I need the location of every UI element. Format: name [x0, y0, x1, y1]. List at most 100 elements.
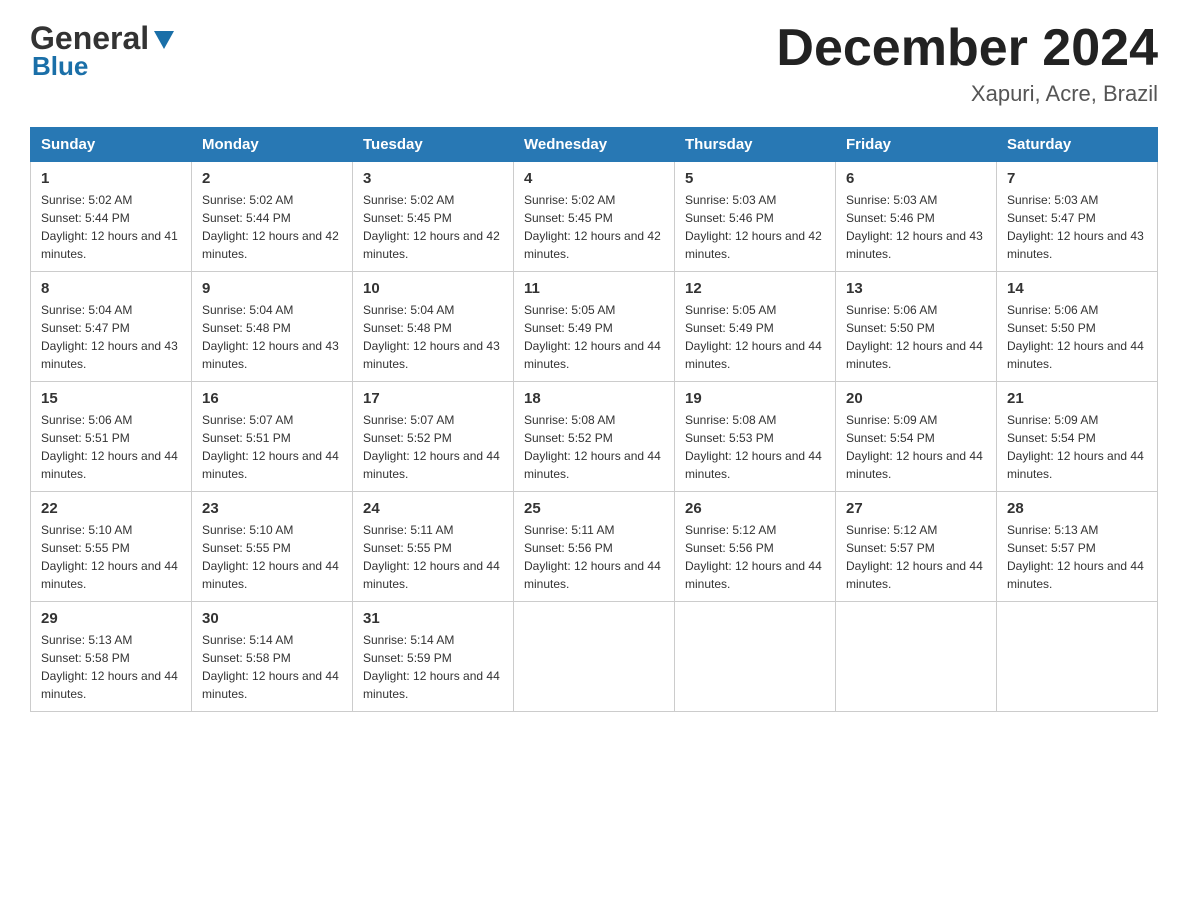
day-number: 11	[524, 280, 664, 297]
day-number: 22	[41, 500, 181, 517]
logo: General Blue	[30, 20, 177, 82]
day-number: 26	[685, 500, 825, 517]
month-title: December 2024	[776, 20, 1158, 77]
calendar-cell	[997, 602, 1158, 712]
day-number: 19	[685, 390, 825, 407]
day-number: 29	[41, 610, 181, 627]
calendar-cell: 3 Sunrise: 5:02 AMSunset: 5:45 PMDaylight…	[353, 162, 514, 272]
day-number: 2	[202, 170, 342, 187]
day-info: Sunrise: 5:08 AMSunset: 5:52 PMDaylight:…	[524, 411, 664, 483]
calendar-cell: 26 Sunrise: 5:12 AMSunset: 5:56 PMDayligh…	[675, 492, 836, 602]
day-info: Sunrise: 5:02 AMSunset: 5:44 PMDaylight:…	[41, 191, 181, 263]
logo-blue: Blue	[32, 51, 88, 82]
day-number: 14	[1007, 280, 1147, 297]
calendar-cell: 12 Sunrise: 5:05 AMSunset: 5:49 PMDayligh…	[675, 272, 836, 382]
col-header-thursday: Thursday	[675, 128, 836, 162]
day-info: Sunrise: 5:02 AMSunset: 5:45 PMDaylight:…	[524, 191, 664, 263]
day-number: 12	[685, 280, 825, 297]
day-number: 9	[202, 280, 342, 297]
calendar-cell: 20Sunrise: 5:09 AMSunset: 5:54 PMDayligh…	[836, 382, 997, 492]
logo-arrow-icon	[151, 27, 177, 53]
day-number: 4	[524, 170, 664, 187]
day-number: 15	[41, 390, 181, 407]
calendar-cell: 31Sunrise: 5:14 AMSunset: 5:59 PMDayligh…	[353, 602, 514, 712]
calendar-week-3: 15 Sunrise: 5:06 AMSunset: 5:51 PMDayligh…	[31, 382, 1158, 492]
day-info: Sunrise: 5:03 AMSunset: 5:46 PMDaylight:…	[685, 191, 825, 263]
calendar-cell: 28Sunrise: 5:13 AMSunset: 5:57 PMDayligh…	[997, 492, 1158, 602]
calendar-cell: 29 Sunrise: 5:13 AMSunset: 5:58 PMDayligh…	[31, 602, 192, 712]
calendar-cell: 30 Sunrise: 5:14 AMSunset: 5:58 PMDayligh…	[192, 602, 353, 712]
calendar-week-1: 1Sunrise: 5:02 AMSunset: 5:44 PMDaylight…	[31, 162, 1158, 272]
calendar-header-row: SundayMondayTuesdayWednesdayThursdayFrid…	[31, 128, 1158, 162]
col-header-friday: Friday	[836, 128, 997, 162]
calendar-cell: 8 Sunrise: 5:04 AMSunset: 5:47 PMDaylight…	[31, 272, 192, 382]
calendar-cell: 27 Sunrise: 5:12 AMSunset: 5:57 PMDayligh…	[836, 492, 997, 602]
day-info: Sunrise: 5:06 AMSunset: 5:50 PMDaylight:…	[1007, 301, 1147, 373]
col-header-tuesday: Tuesday	[353, 128, 514, 162]
day-info: Sunrise: 5:06 AMSunset: 5:51 PMDaylight:…	[41, 411, 181, 483]
page-header: General Blue December 2024 Xapuri, Acre,…	[30, 20, 1158, 107]
day-info: Sunrise: 5:13 AMSunset: 5:57 PMDaylight:…	[1007, 521, 1147, 593]
day-info: Sunrise: 5:02 AMSunset: 5:45 PMDaylight:…	[363, 191, 503, 263]
calendar-cell: 22 Sunrise: 5:10 AMSunset: 5:55 PMDayligh…	[31, 492, 192, 602]
col-header-monday: Monday	[192, 128, 353, 162]
day-info: Sunrise: 5:04 AMSunset: 5:48 PMDaylight:…	[363, 301, 503, 373]
day-number: 18	[524, 390, 664, 407]
calendar-cell: 24 Sunrise: 5:11 AMSunset: 5:55 PMDayligh…	[353, 492, 514, 602]
calendar-cell: 11 Sunrise: 5:05 AMSunset: 5:49 PMDayligh…	[514, 272, 675, 382]
day-number: 27	[846, 500, 986, 517]
calendar-cell: 23 Sunrise: 5:10 AMSunset: 5:55 PMDayligh…	[192, 492, 353, 602]
calendar-cell: 9 Sunrise: 5:04 AMSunset: 5:48 PMDaylight…	[192, 272, 353, 382]
day-number: 21	[1007, 390, 1147, 407]
day-info: Sunrise: 5:05 AMSunset: 5:49 PMDaylight:…	[685, 301, 825, 373]
calendar-week-2: 8 Sunrise: 5:04 AMSunset: 5:47 PMDaylight…	[31, 272, 1158, 382]
day-number: 7	[1007, 170, 1147, 187]
calendar-cell: 15 Sunrise: 5:06 AMSunset: 5:51 PMDayligh…	[31, 382, 192, 492]
day-number: 23	[202, 500, 342, 517]
calendar-table: SundayMondayTuesdayWednesdayThursdayFrid…	[30, 127, 1158, 712]
day-info: Sunrise: 5:12 AMSunset: 5:57 PMDaylight:…	[846, 521, 986, 593]
day-info: Sunrise: 5:10 AMSunset: 5:55 PMDaylight:…	[202, 521, 342, 593]
day-info: Sunrise: 5:13 AMSunset: 5:58 PMDaylight:…	[41, 631, 181, 703]
day-info: Sunrise: 5:11 AMSunset: 5:55 PMDaylight:…	[363, 521, 503, 593]
calendar-cell: 10Sunrise: 5:04 AMSunset: 5:48 PMDayligh…	[353, 272, 514, 382]
calendar-week-4: 22 Sunrise: 5:10 AMSunset: 5:55 PMDayligh…	[31, 492, 1158, 602]
day-number: 25	[524, 500, 664, 517]
day-info: Sunrise: 5:03 AMSunset: 5:47 PMDaylight:…	[1007, 191, 1147, 263]
calendar-cell	[675, 602, 836, 712]
calendar-cell: 5 Sunrise: 5:03 AMSunset: 5:46 PMDaylight…	[675, 162, 836, 272]
calendar-cell: 25Sunrise: 5:11 AMSunset: 5:56 PMDayligh…	[514, 492, 675, 602]
day-info: Sunrise: 5:09 AMSunset: 5:54 PMDaylight:…	[846, 411, 986, 483]
col-header-wednesday: Wednesday	[514, 128, 675, 162]
calendar-week-5: 29 Sunrise: 5:13 AMSunset: 5:58 PMDayligh…	[31, 602, 1158, 712]
calendar-cell: 16Sunrise: 5:07 AMSunset: 5:51 PMDayligh…	[192, 382, 353, 492]
col-header-sunday: Sunday	[31, 128, 192, 162]
day-number: 5	[685, 170, 825, 187]
calendar-cell: 17Sunrise: 5:07 AMSunset: 5:52 PMDayligh…	[353, 382, 514, 492]
location-subtitle: Xapuri, Acre, Brazil	[776, 81, 1158, 107]
day-info: Sunrise: 5:12 AMSunset: 5:56 PMDaylight:…	[685, 521, 825, 593]
day-number: 6	[846, 170, 986, 187]
day-info: Sunrise: 5:05 AMSunset: 5:49 PMDaylight:…	[524, 301, 664, 373]
day-info: Sunrise: 5:06 AMSunset: 5:50 PMDaylight:…	[846, 301, 986, 373]
day-info: Sunrise: 5:04 AMSunset: 5:47 PMDaylight:…	[41, 301, 181, 373]
day-info: Sunrise: 5:03 AMSunset: 5:46 PMDaylight:…	[846, 191, 986, 263]
day-info: Sunrise: 5:09 AMSunset: 5:54 PMDaylight:…	[1007, 411, 1147, 483]
day-info: Sunrise: 5:04 AMSunset: 5:48 PMDaylight:…	[202, 301, 342, 373]
day-number: 13	[846, 280, 986, 297]
day-info: Sunrise: 5:10 AMSunset: 5:55 PMDaylight:…	[41, 521, 181, 593]
day-number: 31	[363, 610, 503, 627]
day-info: Sunrise: 5:07 AMSunset: 5:51 PMDaylight:…	[202, 411, 342, 483]
day-info: Sunrise: 5:08 AMSunset: 5:53 PMDaylight:…	[685, 411, 825, 483]
day-number: 3	[363, 170, 503, 187]
day-info: Sunrise: 5:14 AMSunset: 5:58 PMDaylight:…	[202, 631, 342, 703]
col-header-saturday: Saturday	[997, 128, 1158, 162]
calendar-cell: 1Sunrise: 5:02 AMSunset: 5:44 PMDaylight…	[31, 162, 192, 272]
day-number: 24	[363, 500, 503, 517]
day-number: 30	[202, 610, 342, 627]
calendar-cell: 2 Sunrise: 5:02 AMSunset: 5:44 PMDaylight…	[192, 162, 353, 272]
day-info: Sunrise: 5:02 AMSunset: 5:44 PMDaylight:…	[202, 191, 342, 263]
day-number: 8	[41, 280, 181, 297]
day-number: 17	[363, 390, 503, 407]
calendar-cell: 21 Sunrise: 5:09 AMSunset: 5:54 PMDayligh…	[997, 382, 1158, 492]
